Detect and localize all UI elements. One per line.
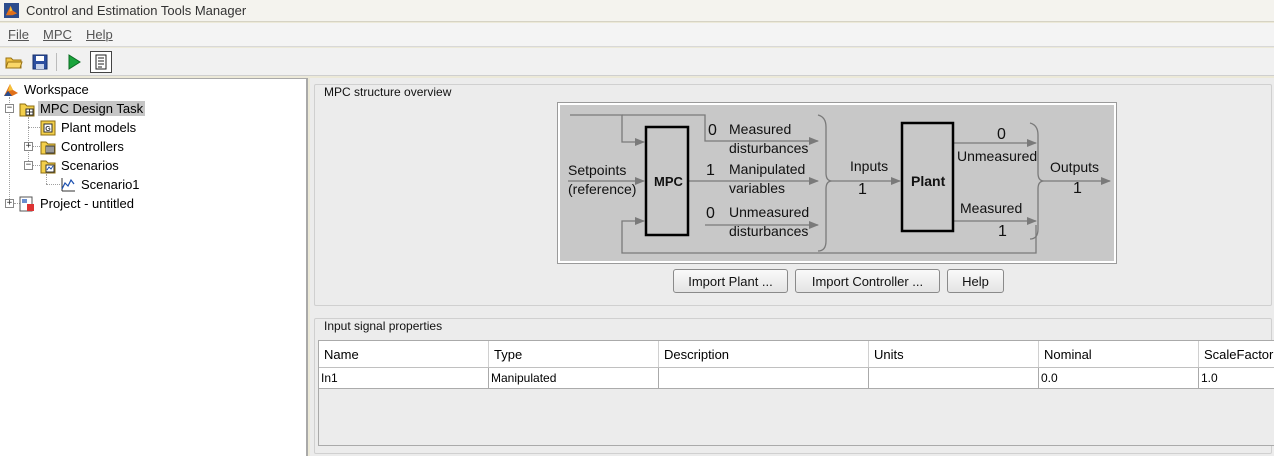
- mpc-task-panel: MPC structure overview Setpoints (refere…: [310, 78, 1274, 456]
- controllers-icon: [40, 141, 56, 154]
- matlab-workspace-icon: [4, 83, 18, 96]
- manipulated-label: Manipulated: [729, 161, 805, 177]
- title-bar: Control and Estimation Tools Manager: [0, 0, 1274, 22]
- window-title: Control and Estimation Tools Manager: [26, 3, 247, 18]
- notes-button[interactable]: [90, 51, 112, 73]
- column-header-type[interactable]: Type: [489, 341, 659, 367]
- save-button[interactable]: [29, 51, 51, 73]
- measured-dist-label: Measured: [729, 121, 791, 137]
- svg-text:G: G: [45, 126, 51, 133]
- scenarios-folder-icon: [40, 160, 56, 173]
- setpoints-label: Setpoints: [568, 162, 626, 178]
- mpc-task-folder-icon: [19, 103, 35, 116]
- measured-dist-label-2: disturbances: [729, 140, 808, 156]
- column-header-name[interactable]: Name: [319, 341, 489, 367]
- manipulated-count: 1: [706, 162, 715, 179]
- unmeasured-dist-count: 0: [706, 205, 715, 222]
- column-header-scalefactor[interactable]: ScaleFactor: [1199, 341, 1274, 367]
- cell-description[interactable]: [659, 368, 869, 388]
- import-controller-button[interactable]: Import Controller ...: [795, 269, 940, 293]
- menu-mpc[interactable]: MPC: [43, 27, 72, 42]
- unmeasured-out-label: Unmeasured: [957, 148, 1037, 164]
- project-icon: [19, 196, 34, 211]
- notepad-document-icon: [95, 54, 107, 70]
- column-header-nominal[interactable]: Nominal: [1039, 341, 1199, 367]
- inputs-count: 1: [858, 181, 867, 198]
- tree-node-label: Project - untitled: [40, 196, 134, 211]
- input-signals-title: Input signal properties: [321, 319, 446, 333]
- tree-node-scenario1[interactable]: Scenario1: [60, 175, 142, 194]
- tree-node-controllers[interactable]: Controllers: [40, 137, 126, 156]
- input-signals-table: Name Type Description Units Nominal Scal…: [318, 340, 1274, 446]
- play-run-icon: [68, 54, 81, 70]
- unmeasured-dist-label-2: disturbances: [729, 223, 808, 239]
- cell-scalefactor[interactable]: 1.0: [1199, 368, 1274, 388]
- expand-controllers-toggle[interactable]: +: [24, 142, 33, 151]
- expand-project-toggle[interactable]: +: [5, 199, 14, 208]
- measured-out-count: 1: [998, 223, 1007, 240]
- mpc-structure-svg: Setpoints (reference) MPC 0 Measured dis…: [568, 114, 1111, 254]
- cell-nominal[interactable]: 0.0: [1039, 368, 1199, 388]
- setpoints-reference-label: (reference): [568, 181, 636, 197]
- collapse-scenarios-toggle[interactable]: −: [24, 161, 33, 170]
- mpc-structure-diagram: Setpoints (reference) MPC 0 Measured dis…: [557, 102, 1117, 264]
- collapse-mpc-task-toggle[interactable]: −: [5, 104, 14, 113]
- outputs-label: Outputs: [1050, 159, 1099, 175]
- toolbar: [0, 48, 1274, 76]
- column-header-description[interactable]: Description: [659, 341, 869, 367]
- tree-node-label: Scenario1: [81, 177, 140, 192]
- measured-out-label: Measured: [960, 200, 1022, 216]
- tree-node-scenarios[interactable]: Scenarios: [40, 156, 121, 175]
- open-button[interactable]: [3, 51, 25, 73]
- tree-node-label: MPC Design Task: [38, 101, 146, 116]
- tree-node-mpc-design-task[interactable]: MPC Design Task: [19, 99, 146, 118]
- tree-node-label: Controllers: [61, 139, 124, 154]
- workspace-tree: Workspace − MPC Design Task G Plant mode…: [0, 78, 308, 456]
- open-folder-icon: [5, 57, 23, 69]
- inputs-label: Inputs: [850, 158, 888, 174]
- menu-bar: File MPC Help: [0, 23, 1274, 47]
- plant-models-icon: G: [40, 120, 56, 135]
- column-header-units[interactable]: Units: [869, 341, 1039, 367]
- help-button[interactable]: Help: [947, 269, 1004, 293]
- unmeasured-dist-label: Unmeasured: [729, 204, 809, 220]
- tree-node-project[interactable]: Project - untitled: [19, 194, 136, 213]
- cell-name[interactable]: In1: [319, 368, 489, 388]
- plant-block-label: Plant: [911, 173, 946, 189]
- manipulated-label-2: variables: [729, 180, 785, 196]
- unmeasured-out-count: 0: [997, 126, 1006, 143]
- tree-node-label: Workspace: [24, 82, 89, 97]
- cell-type[interactable]: Manipulated: [489, 368, 659, 388]
- import-plant-button[interactable]: Import Plant ...: [673, 269, 788, 293]
- save-disk-icon: [32, 54, 48, 70]
- measured-dist-count: 0: [708, 122, 717, 139]
- scenario-plot-icon: [61, 177, 75, 191]
- run-button[interactable]: [63, 51, 85, 73]
- overview-group-title: MPC structure overview: [321, 85, 455, 99]
- tree-node-label: Scenarios: [61, 158, 119, 173]
- tree-node-label: Plant models: [61, 120, 137, 135]
- tree-node-workspace[interactable]: Workspace: [3, 80, 91, 99]
- menu-help[interactable]: Help: [86, 27, 113, 42]
- tree-node-plant-models[interactable]: G Plant models: [40, 118, 138, 137]
- outputs-count: 1: [1073, 180, 1082, 197]
- menu-file[interactable]: File: [8, 27, 29, 42]
- matlab-logo-icon: [4, 3, 19, 18]
- mpc-block-label: MPC: [654, 174, 684, 189]
- cell-units[interactable]: [869, 368, 1039, 388]
